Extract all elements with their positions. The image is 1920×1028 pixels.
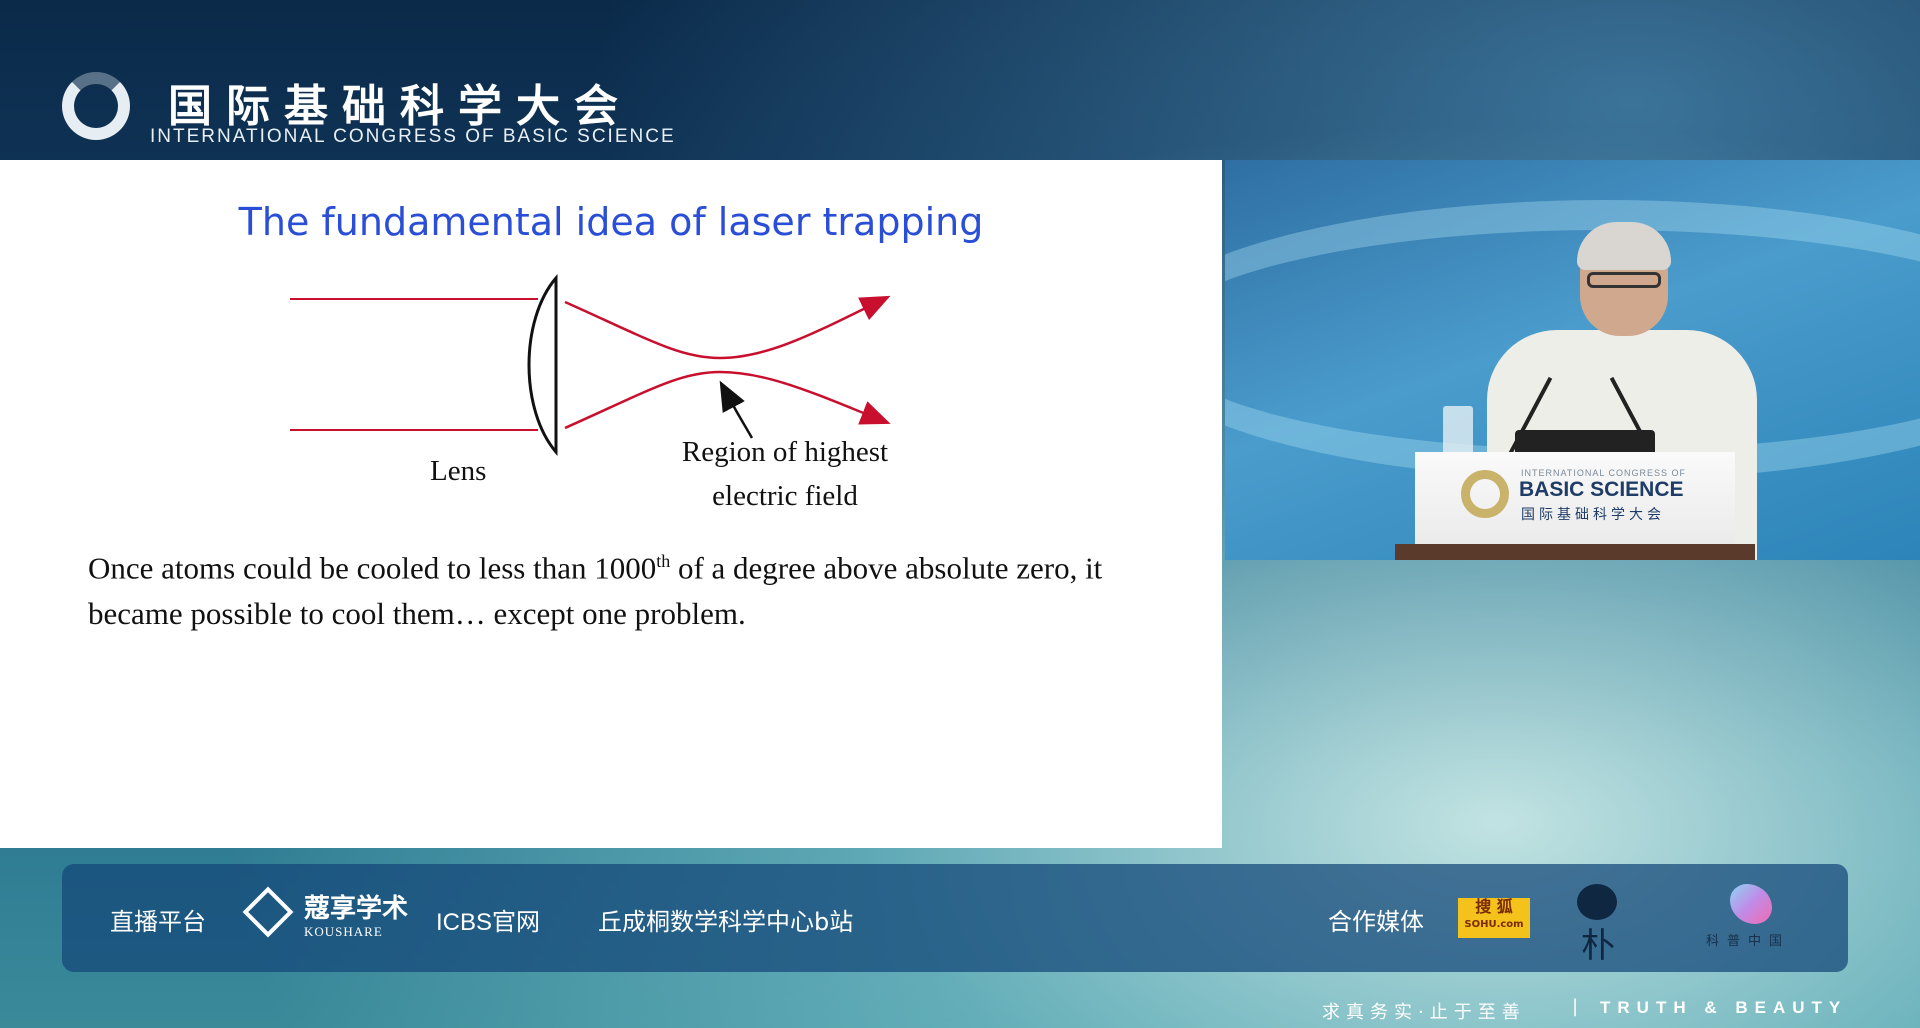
presentation-slide: The fundamental idea of laser trapping L… — [0, 160, 1222, 848]
sponsor-bar: 直播平台 蔻享学术 KOUSHARE ICBS官网 丘成桐数学科学中心b站 合作… — [62, 864, 1848, 972]
focused-beam-top — [564, 295, 891, 360]
podium-logo-icon — [1461, 470, 1509, 518]
motto-separator: | — [1572, 996, 1579, 1017]
conference-title-en: INTERNATIONAL CONGRESS OF BASIC SCIENCE — [150, 126, 676, 147]
water-glass — [1443, 406, 1473, 458]
motto-en: TRUTH & BEAUTY — [1600, 998, 1848, 1017]
koushare-name-cn: 蔻享学术 — [304, 894, 409, 924]
icbs-logo-icon — [62, 72, 130, 140]
kepu-china-name: 科普中国 — [1706, 934, 1791, 949]
conference-title-cn: 国际基础科学大会 — [168, 81, 632, 132]
motto-cn: 求真务实·止于至善 — [1322, 1002, 1526, 1023]
podium-text-line2: BASIC SCIENCE — [1519, 478, 1684, 501]
bilibili-label: 丘成桐数学科学中心b站 — [598, 908, 854, 936]
butterfly-icon — [1730, 884, 1772, 924]
slide-body-superscript: th — [656, 551, 671, 571]
sohu-logo-cn: 搜 狐 — [1475, 897, 1513, 916]
tree-icon — [1577, 884, 1617, 920]
region-label-line2: electric field — [712, 480, 858, 512]
speaker-video: INTERNATIONAL CONGRESS OF BASIC SCIENCE … — [1225, 160, 1920, 560]
slide-body-part1: Once atoms could be cooled to less than … — [88, 550, 657, 586]
sohu-logo-en: SOHU.com — [1464, 919, 1524, 930]
icbs-site-label: ICBS官网 — [436, 909, 541, 936]
laser-trapping-diagram — [290, 273, 891, 457]
podium-text-line3: 国际基础科学大会 — [1521, 507, 1665, 523]
kepu-china-logo: 科普中国 — [1702, 880, 1802, 956]
conference-header: 国际基础科学大会 INTERNATIONAL CONGRESS OF BASIC… — [0, 0, 1920, 160]
platform-label: 直播平台 — [110, 908, 206, 936]
region-label: Region of highest electric field — [650, 430, 920, 518]
koushare-name-en: KOUSHARE — [304, 924, 383, 939]
lens-label: Lens — [430, 455, 487, 487]
region-label-line1: Region of highest — [681, 436, 889, 468]
podium-text-line1: INTERNATIONAL CONGRESS OF — [1521, 468, 1687, 478]
pu-logo: 朴 — [1567, 884, 1627, 966]
pu-logo-char: 朴 — [1581, 926, 1615, 966]
slide-body-text: Once atoms could be cooled to less than … — [88, 538, 1188, 637]
media-partners-label: 合作媒体 — [1328, 908, 1424, 936]
focused-beam-bottom — [564, 370, 891, 430]
sohu-logo: 搜 狐 SOHU.com — [1458, 898, 1530, 938]
lens-shape — [527, 273, 558, 457]
koushare-logo-icon — [242, 886, 294, 938]
podium-base — [1395, 544, 1755, 560]
speaker-glasses — [1587, 272, 1661, 288]
